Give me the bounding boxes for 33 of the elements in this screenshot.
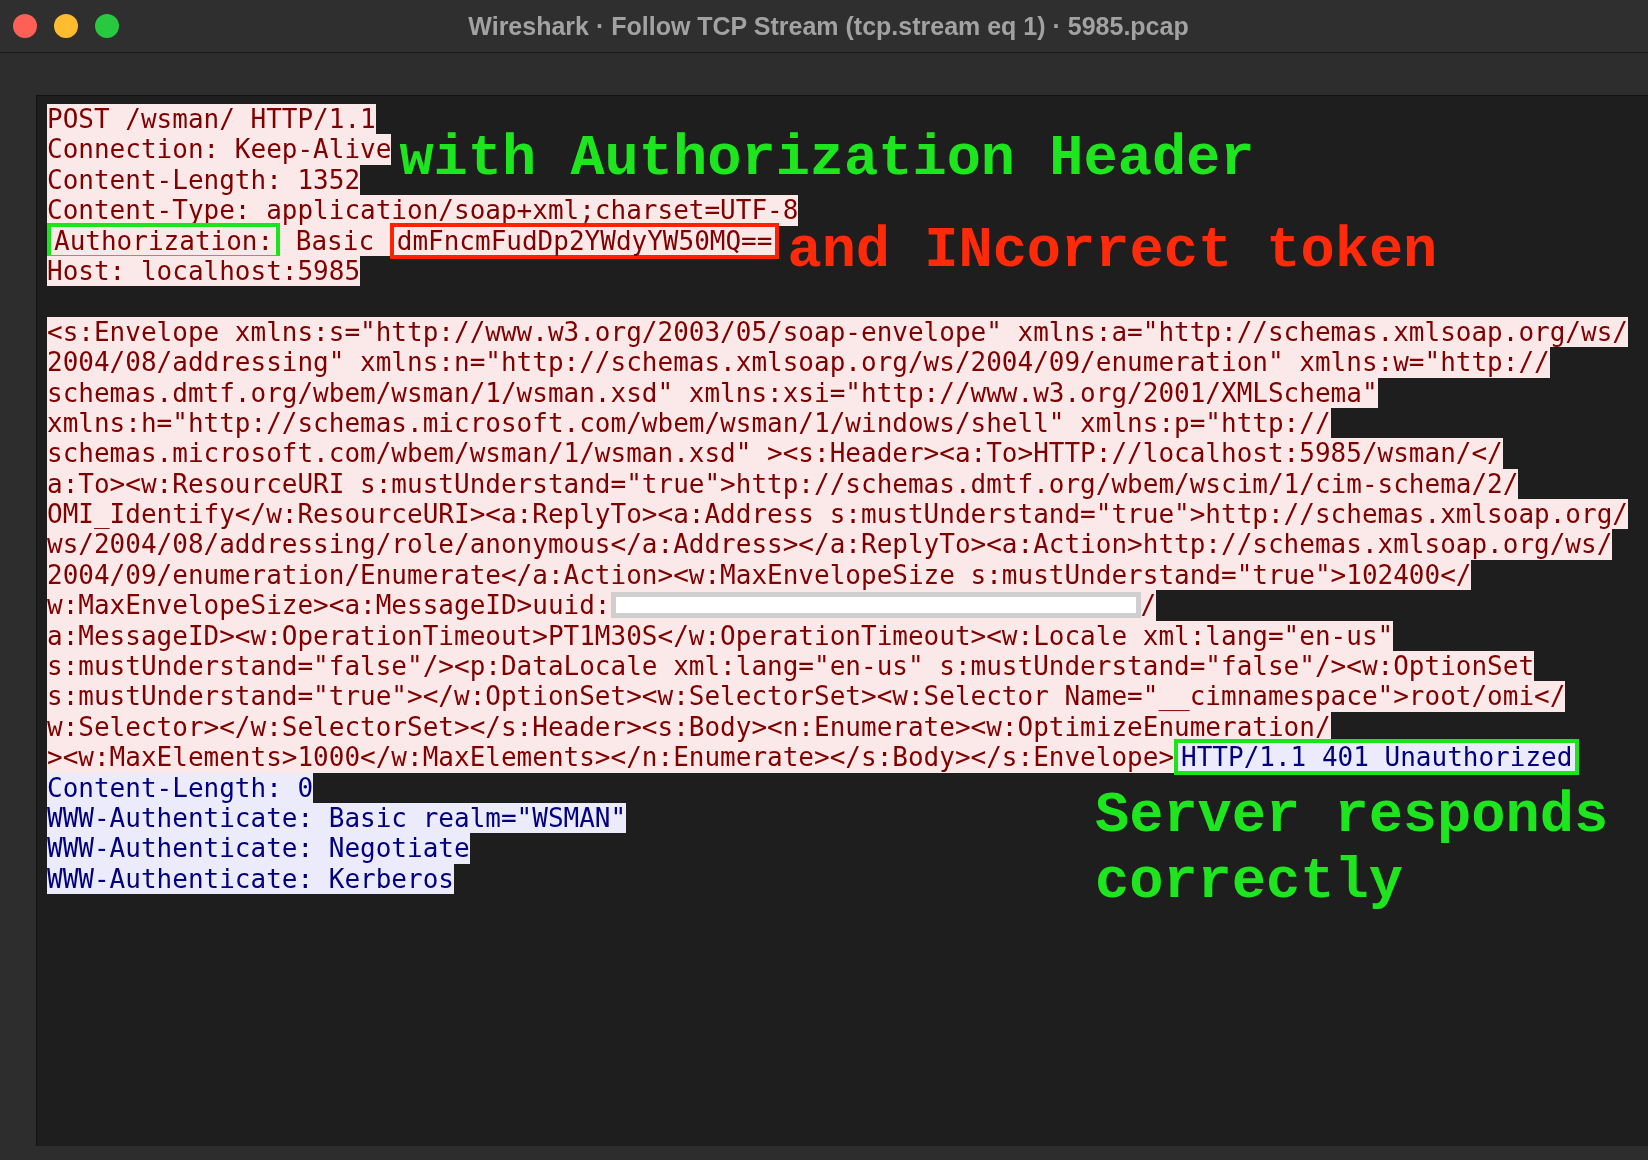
client-text: Connection: Keep-Alive (47, 134, 392, 165)
window-title: Wireshark · Follow TCP Stream (tcp.stream eq 1) · 5985.pcap (467, 11, 1190, 41)
client-text: s:mustUnderstand="true"></w:OptionSet><w:SelectorSet><w:Selector Name="__cimnamespace">root/omi</ (47, 681, 1566, 712)
server-text: WWW-Authenticate: Kerberos (47, 863, 454, 895)
server-text: WWW-Authenticate: Basic realm="WSMAN" (47, 803, 627, 834)
client-text: ><w:MaxElements>1000</w:MaxElements></n:Enumerate></s:Body></s:Envelope> (47, 742, 1175, 773)
client-text: Host: localhost:5985 (47, 255, 361, 287)
annotation-text: with Authorization Header (399, 128, 1255, 191)
minimize-button[interactable] (54, 14, 78, 38)
client-text: ws/2004/08/addressing/role/anonymous</a:Address></a:ReplyTo><a:Action>http://schemas.xmlsoap.org/ws/ (47, 529, 1613, 560)
zoom-button[interactable] (95, 14, 119, 38)
client-text: w:Selector></w:SelectorSet></s:Header><s:Body><n:Enumerate><w:OptimizeEnumeration/ (47, 711, 1331, 743)
server-text: WWW-Authenticate: Negotiate (47, 833, 470, 864)
client-text: POST /wsman/ HTTP/1.1 (47, 104, 376, 135)
client-text: w:MaxEnvelopeSize><a:MessageID>uuid: (47, 590, 611, 621)
client-text: <s:Envelope xmlns:s="http://www.w3.org/2003/05/soap-envelope" xmlns:a="http://schemas.xmlsoap.org/ws/ (47, 316, 1628, 348)
client-text: Content-Type: application/soap+xml;charset=UTF-8 (47, 195, 799, 226)
client-text: schemas.microsoft.com/wbem/wsman/1/wsman.xsd" ><s:Header><a:To>HTTP://localhost:5985/wsman/</ (47, 438, 1503, 469)
close-button[interactable] (13, 14, 37, 38)
client-text: s:mustUnderstand="false"/><p:DataLocale xml:lang="en-us" s:mustUnderstand="false"/><w:OptionSet (47, 651, 1535, 682)
client-text: a:To><w:ResourceURI s:mustUnderstand="true">http://schemas.dmtf.org/wbem/wscim/1/cim-schema/2/ (47, 468, 1519, 500)
client-text: 2004/09/enumeration/Enumerate</a:Action><w:MaxEnvelopeSize s:mustUnderstand="true">102400</ (47, 559, 1472, 591)
client-text: dmFncmFudDp2YWdyYW50MQ== (389, 222, 780, 259)
client-text: a:MessageID><w:OperationTimeout>PT1M30S</w:OperationTimeout><w:Locale xml:lang="en-us" (47, 620, 1394, 652)
client-text: OMI_Identify</w:ResourceURI><a:ReplyTo><a:Address s:mustUnderstand="true">http://schemas.xmlsoap.org/ (47, 499, 1628, 530)
client-text: Content-Length: 1352 (47, 164, 361, 196)
server-text: HTTP/1.1 401 Unauthorized (1174, 739, 1580, 776)
client-text: schemas.dmtf.org/wbem/wsman/1/wsman.xsd" xmlns:xsi="http://www.w3.org/2001/XMLSchema" (47, 377, 1378, 408)
client-text: xmlns:h="http://schemas.microsoft.com/wbem/wsman/1/windows/shell" xmlns:p="http:// (47, 407, 1331, 439)
server-text: Content-Length: 0 (47, 772, 314, 803)
client-text: Basic (280, 225, 390, 256)
client-text: 2004/08/addressing" xmlns:n="http://schemas.xmlsoap.org/ws/2004/09/enumeration" xmlns:w="http:// (47, 347, 1550, 378)
annotation-text: Server responds correctly (1095, 782, 1610, 915)
